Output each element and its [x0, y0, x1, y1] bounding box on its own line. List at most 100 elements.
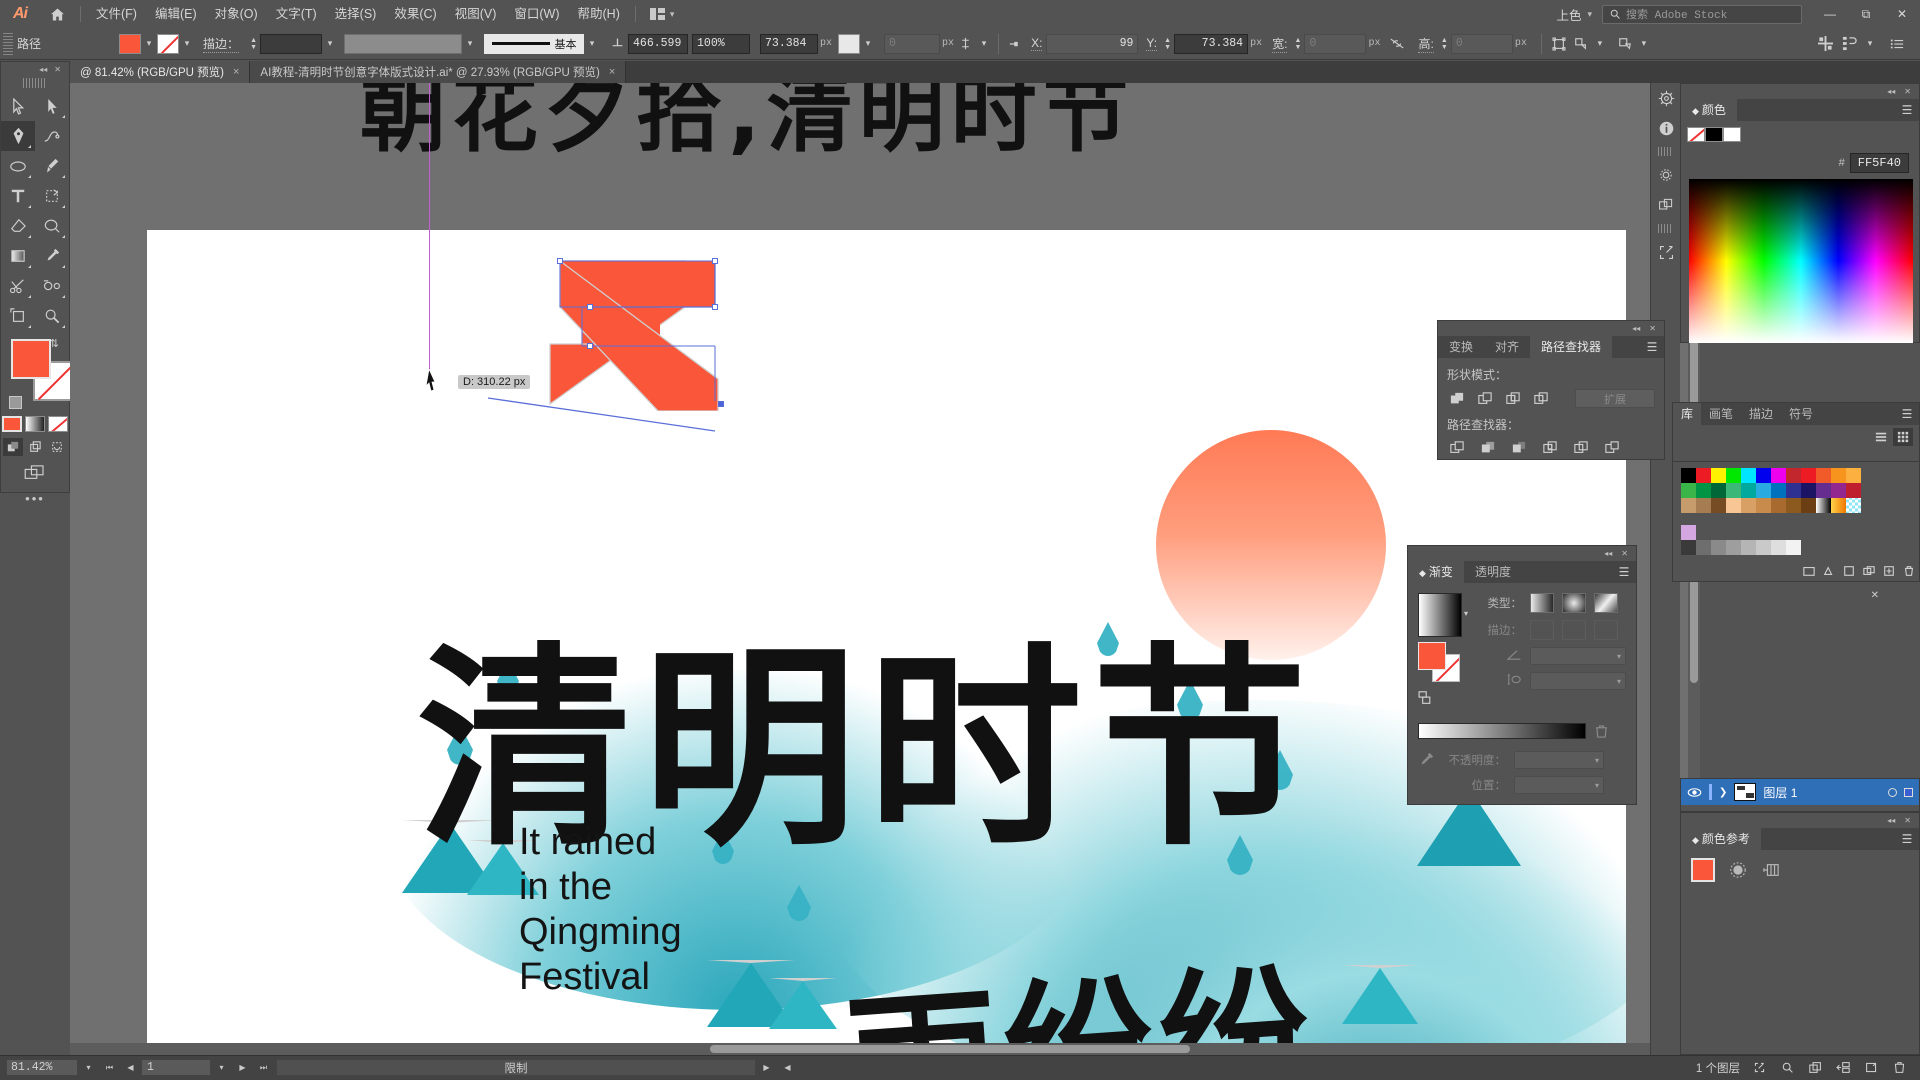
swatch[interactable]: [1831, 468, 1846, 483]
eyedropper-icon[interactable]: [1418, 752, 1434, 768]
new-sublayer-icon[interactable]: [1806, 1059, 1824, 1076]
swatch[interactable]: [1696, 498, 1711, 513]
swatch-library-icon[interactable]: [1803, 565, 1815, 577]
swatch[interactable]: [1726, 483, 1741, 498]
pen-tool[interactable]: [1, 121, 35, 151]
gradient-apply-icons[interactable]: [1418, 690, 1468, 711]
distribute-chevron-down-icon[interactable]: ▾: [1862, 34, 1878, 54]
swatch[interactable]: [1711, 540, 1726, 555]
tab-pathfinder[interactable]: 路径查找器: [1530, 336, 1613, 358]
stroke-weight-stepper[interactable]: ▲ ▼: [247, 34, 260, 54]
menu-window[interactable]: 窗口(W): [505, 0, 568, 28]
edit-toolbar-button[interactable]: •••: [1, 491, 69, 506]
swatch[interactable]: [1816, 483, 1831, 498]
close-icon[interactable]: ✕: [1621, 549, 1628, 558]
selection-tool[interactable]: [1, 91, 35, 121]
isolate-chevron-down-icon[interactable]: ▾: [1636, 34, 1652, 54]
trim-button[interactable]: [1478, 439, 1498, 457]
eyedropper-tool[interactable]: [35, 241, 69, 271]
stroke-weight-field[interactable]: [260, 33, 323, 54]
direct-selection-tool[interactable]: [35, 91, 69, 121]
close-icon[interactable]: ×: [609, 66, 615, 78]
status-collapse-icon[interactable]: ◀: [777, 1059, 798, 1076]
layers-icon[interactable]: [1651, 190, 1681, 220]
swatches-close-icon[interactable]: ✕: [1871, 585, 1879, 603]
locate-object-icon[interactable]: [1750, 1059, 1768, 1076]
swatch[interactable]: [1756, 468, 1771, 483]
close-icon[interactable]: ✕: [1904, 87, 1911, 96]
next-artboard-button[interactable]: ▶: [232, 1059, 253, 1076]
list-view-icon[interactable]: [1871, 428, 1891, 446]
x-field[interactable]: 99: [1046, 33, 1139, 54]
curvature-tool[interactable]: [35, 121, 69, 151]
draw-normal-button[interactable]: [3, 438, 23, 456]
opacity-chevron-down-icon[interactable]: ▾: [860, 34, 876, 54]
align-stroke-icon[interactable]: [954, 34, 976, 54]
color-panel-menu-icon[interactable]: ☰: [1895, 99, 1919, 121]
swap-fill-stroke-icon[interactable]: ⇅: [50, 337, 59, 350]
swatch[interactable]: [1726, 540, 1741, 555]
screen-mode-button[interactable]: [1, 465, 69, 481]
document-tab-1[interactable]: @ 81.42% (RGB/GPU 预览) ×: [70, 61, 251, 83]
paintbrush-tool[interactable]: [35, 151, 69, 181]
swatch[interactable]: [1846, 468, 1861, 483]
swatch[interactable]: [1786, 498, 1801, 513]
blend-tool[interactable]: [35, 271, 69, 301]
swatch[interactable]: [1741, 498, 1756, 513]
color-guide-panel-menu-icon[interactable]: ☰: [1895, 828, 1919, 850]
gradient-fill-box[interactable]: [1418, 642, 1446, 670]
intersect-button[interactable]: [1503, 390, 1523, 408]
radial-gradient-button[interactable]: [1562, 593, 1587, 613]
fill-color-swatch[interactable]: [119, 33, 142, 54]
tab-stroke[interactable]: 描边: [1741, 403, 1781, 425]
hex-value-input[interactable]: FF5F40: [1849, 153, 1909, 173]
swatch[interactable]: [1801, 468, 1816, 483]
gradient-slider[interactable]: [1418, 723, 1586, 739]
opacity-x-field[interactable]: 466.599: [628, 33, 689, 54]
menu-help[interactable]: 帮助(H): [569, 0, 629, 28]
stroke-style-combo[interactable]: [344, 33, 463, 54]
tools-panel-grip[interactable]: [23, 78, 47, 88]
shaper-tool[interactable]: [35, 211, 69, 241]
none-swatch[interactable]: [1687, 127, 1705, 142]
workspace-chevron-down-icon[interactable]: ▾: [1587, 9, 1592, 20]
stroke-chevron-down-icon[interactable]: ▾: [179, 34, 195, 54]
swatch[interactable]: [1711, 498, 1726, 513]
swatch[interactable]: [1786, 468, 1801, 483]
menu-file[interactable]: 文件(F): [87, 0, 146, 28]
release-layer-icon[interactable]: [1834, 1059, 1852, 1076]
select-similar-icon[interactable]: [1570, 34, 1592, 54]
touch-type-tool[interactable]: [35, 181, 69, 211]
status-display[interactable]: 限制: [276, 1059, 756, 1076]
color-fill-button[interactable]: [2, 416, 22, 432]
trash-icon[interactable]: [1595, 724, 1608, 739]
select-similar-chevron-down-icon[interactable]: ▾: [1592, 34, 1608, 54]
y-field[interactable]: 73.384: [1174, 33, 1249, 54]
rail-grip-2[interactable]: [1658, 224, 1673, 233]
swatch[interactable]: [1831, 483, 1846, 498]
minimize-button[interactable]: —: [1812, 0, 1848, 28]
artboard[interactable]: 清明时节 雨纷纷 It rained in the Qingming Festi…: [147, 230, 1626, 1055]
y-stepper[interactable]: ▲ ▼: [1161, 34, 1174, 54]
menu-type[interactable]: 文字(T): [267, 0, 326, 28]
gradient-preview[interactable]: [1418, 593, 1462, 637]
linear-gradient-button[interactable]: [1530, 593, 1555, 613]
swatch[interactable]: [1756, 483, 1771, 498]
swatch[interactable]: [1681, 540, 1696, 555]
eye-icon[interactable]: [1687, 787, 1702, 798]
base-color-swatch[interactable]: [1691, 858, 1715, 882]
swatch[interactable]: [1801, 483, 1816, 498]
collapse-icon[interactable]: ◂◂: [1887, 87, 1895, 96]
maximize-button[interactable]: ⧉: [1848, 0, 1884, 28]
collapse-icon[interactable]: ◂◂: [39, 65, 47, 74]
swatch[interactable]: [1696, 483, 1711, 498]
gradient-fill-button[interactable]: [25, 416, 45, 432]
collapse-icon[interactable]: ◂◂: [1604, 549, 1612, 558]
chevron-right-icon[interactable]: ❯: [1719, 787, 1727, 798]
stock-search-input[interactable]: 搜索 Adobe Stock: [1602, 4, 1802, 24]
tab-color-guide[interactable]: ◆ 颜色参考: [1681, 828, 1761, 850]
none-fill-button[interactable]: [48, 416, 68, 432]
pathfinder-panel-menu-icon[interactable]: ☰: [1640, 336, 1664, 358]
close-icon[interactable]: ✕: [1649, 324, 1656, 333]
minus-front-button[interactable]: [1475, 390, 1495, 408]
